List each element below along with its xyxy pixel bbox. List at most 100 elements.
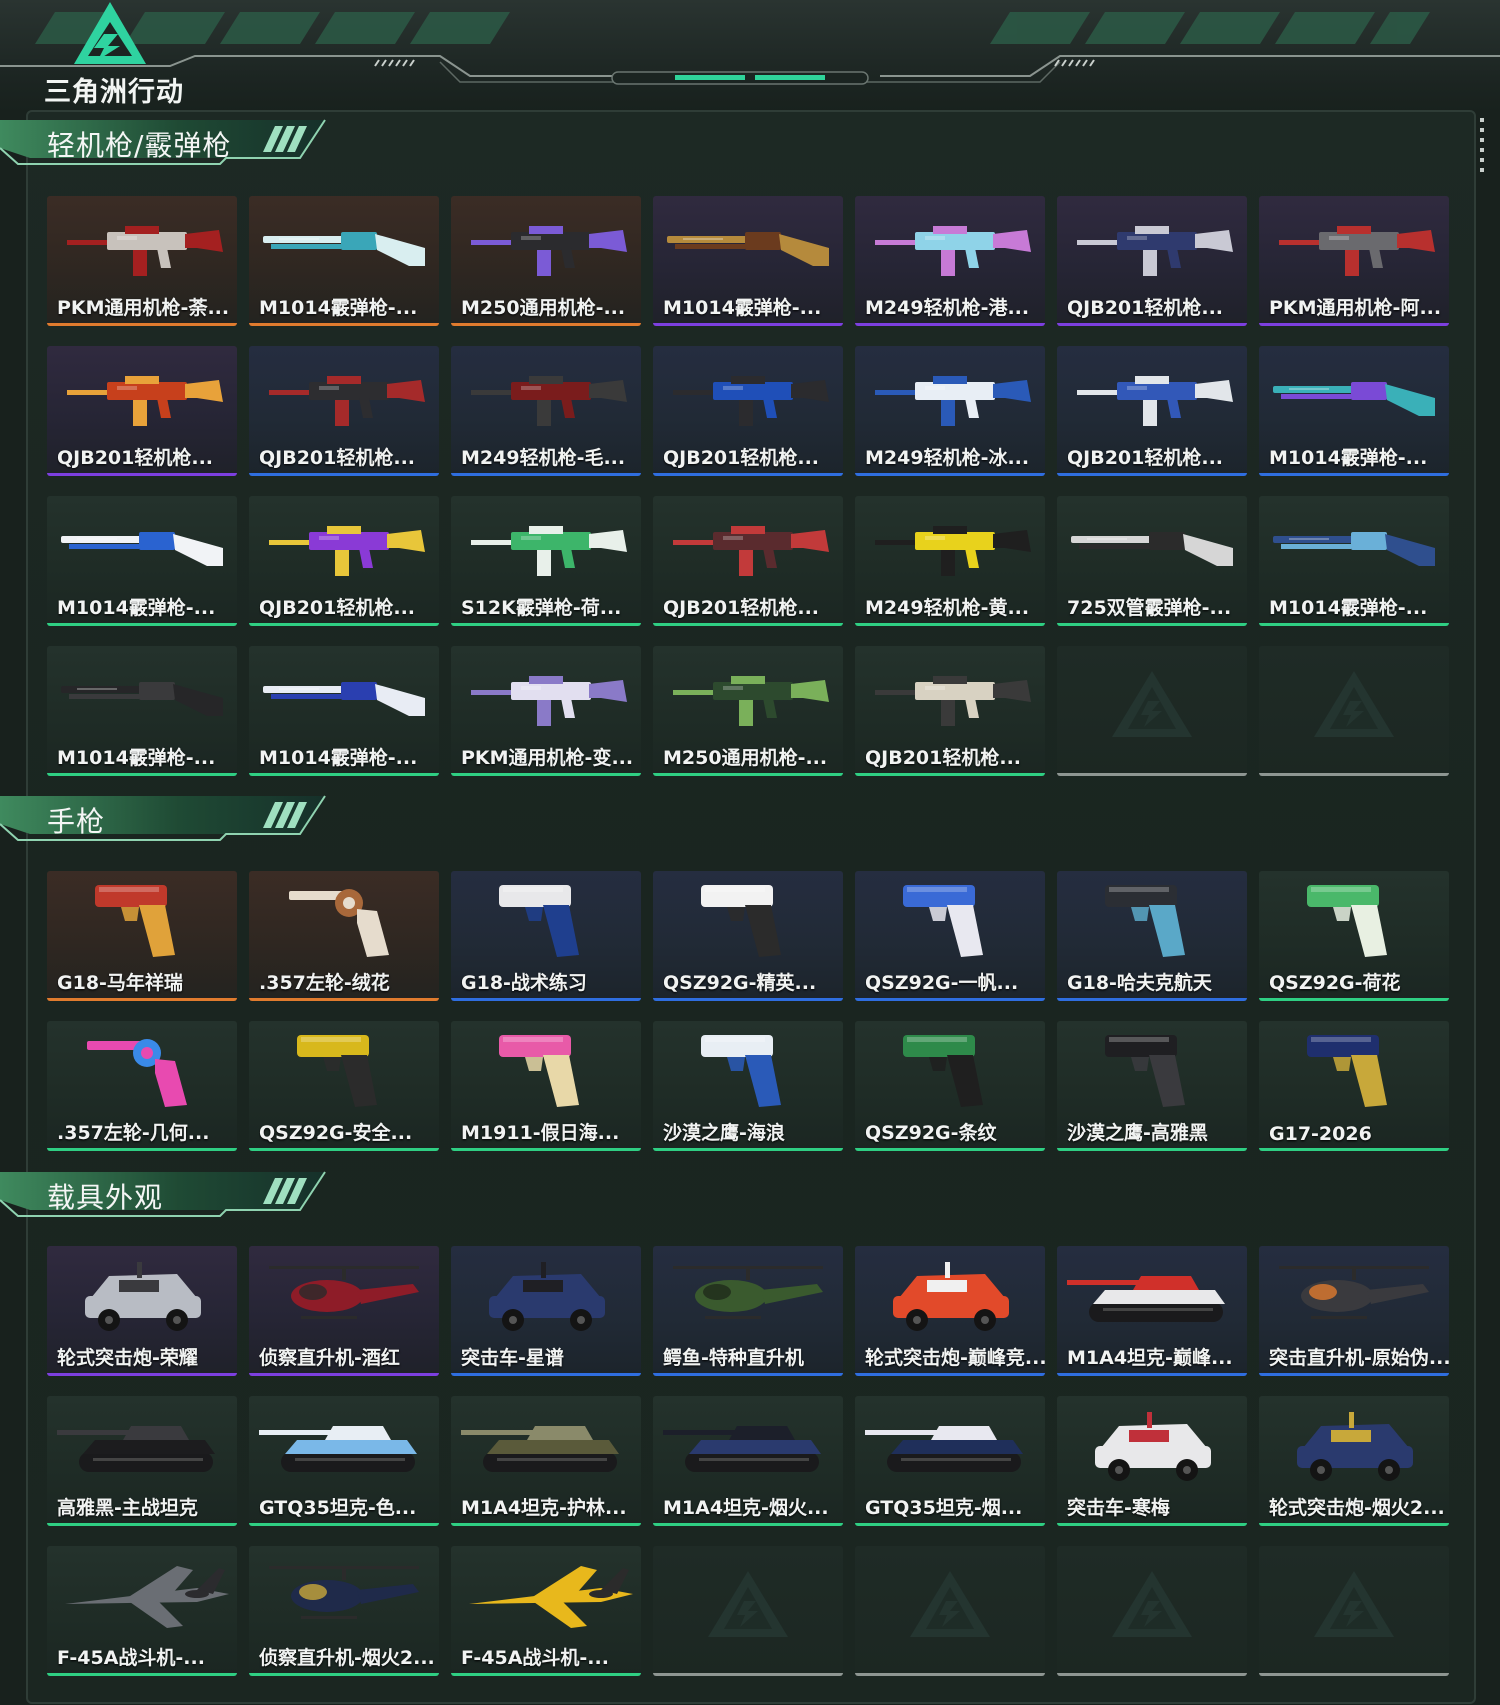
rarity-bar — [249, 773, 439, 776]
item-name: QJB201轻机枪... — [1067, 447, 1224, 469]
rarity-bar — [47, 1673, 237, 1676]
item-card[interactable]: 沙漠之鹰-海浪 — [653, 1021, 843, 1151]
item-card[interactable]: G18-哈夫克航天 — [1057, 871, 1247, 1001]
item-card[interactable]: 侦察直升机-烟火2... — [249, 1546, 439, 1676]
item-card[interactable]: QJB201轻机枪... — [47, 346, 237, 476]
item-card[interactable]: M1014霰弹枪-... — [1259, 496, 1449, 626]
item-thumbnail — [1307, 885, 1387, 957]
item-card[interactable]: PKM通用机枪-变... — [451, 646, 641, 776]
item-name: G18-马年祥瑞 — [57, 972, 183, 994]
item-card[interactable]: QJB201轻机枪... — [249, 346, 439, 476]
item-card[interactable]: M250通用机枪-... — [451, 196, 641, 326]
item-thumbnail — [667, 232, 829, 266]
rarity-bar — [451, 1373, 641, 1376]
item-card[interactable]: QJB201轻机枪... — [249, 496, 439, 626]
item-card[interactable]: 侦察直升机-酒红 — [249, 1246, 439, 1376]
item-name: M1014霰弹枪-... — [57, 747, 216, 769]
item-name: 725双管霰弹枪-... — [1067, 597, 1232, 619]
item-card[interactable]: G18-马年祥瑞 — [47, 871, 237, 1001]
rarity-bar — [653, 1148, 843, 1151]
item-card[interactable]: M249轻机枪-黄... — [855, 496, 1045, 626]
item-name: QSZ92G-精英... — [663, 972, 817, 994]
item-thumbnail — [865, 1426, 1023, 1472]
item-card[interactable]: G18-战术练习 — [451, 871, 641, 1001]
item-card[interactable]: GTQ35坦克-色... — [249, 1396, 439, 1526]
item-thumbnail — [57, 1426, 215, 1472]
item-card[interactable]: F-45A战斗机-... — [451, 1546, 641, 1676]
item-card[interactable]: 轮式突击炮-荣耀 — [47, 1246, 237, 1376]
rarity-bar — [1259, 323, 1449, 326]
item-card[interactable]: M1014霰弹枪-... — [1259, 346, 1449, 476]
rarity-bar — [451, 623, 641, 626]
item-thumbnail — [469, 1566, 633, 1628]
item-thumbnail — [1071, 532, 1233, 566]
item-card[interactable]: M1A4坦克-巅峰... — [1057, 1246, 1247, 1376]
item-card[interactable]: M1014霰弹枪-... — [249, 196, 439, 326]
rarity-bar — [47, 773, 237, 776]
item-card[interactable]: QJB201轻机枪... — [1057, 346, 1247, 476]
item-card[interactable]: M1A4坦克-护林... — [451, 1396, 641, 1526]
empty-slot-logo-icon — [1314, 671, 1394, 737]
item-card[interactable]: F-45A战斗机-... — [47, 1546, 237, 1676]
rarity-bar — [1057, 1373, 1247, 1376]
item-name: M1014霰弹枪-... — [1269, 447, 1428, 469]
item-name: 突击车-寒梅 — [1067, 1497, 1170, 1519]
item-card[interactable]: QSZ92G-荷花 — [1259, 871, 1449, 1001]
item-thumbnail — [297, 1035, 377, 1107]
rarity-bar — [653, 623, 843, 626]
rarity-bar — [249, 1523, 439, 1526]
item-thumbnail — [1297, 1412, 1413, 1481]
item-card[interactable]: 突击车-寒梅 — [1057, 1396, 1247, 1526]
item-card[interactable]: QSZ92G-条纹 — [855, 1021, 1045, 1151]
item-thumbnail — [61, 682, 223, 716]
item-card[interactable]: 轮式突击炮-巅峰竞... — [855, 1246, 1045, 1376]
item-card[interactable]: QJB201轻机枪... — [653, 346, 843, 476]
item-card[interactable]: QJB201轻机枪... — [653, 496, 843, 626]
item-card[interactable]: 高雅黑-主战坦克 — [47, 1396, 237, 1526]
item-thumbnail — [875, 526, 1031, 576]
item-thumbnail — [471, 676, 627, 726]
item-thumbnail — [701, 1035, 781, 1107]
item-card[interactable]: M1014霰弹枪-... — [249, 646, 439, 776]
item-name: QJB201轻机枪... — [57, 447, 214, 469]
game-logo-text: 三角洲行动 — [44, 77, 184, 107]
item-card[interactable]: 725双管霰弹枪-... — [1057, 496, 1247, 626]
item-thumbnail — [61, 532, 223, 566]
item-thumbnail — [269, 1266, 419, 1319]
rarity-bar — [47, 1373, 237, 1376]
item-card[interactable]: M1A4坦克-烟火... — [653, 1396, 843, 1526]
item-card[interactable]: GTQ35坦克-烟... — [855, 1396, 1045, 1526]
item-card[interactable]: M250通用机枪-... — [653, 646, 843, 776]
item-card[interactable]: QJB201轻机枪... — [855, 646, 1045, 776]
item-card[interactable]: M249轻机枪-港... — [855, 196, 1045, 326]
item-name: PKM通用机枪-变... — [461, 747, 634, 769]
item-card[interactable]: S12K霰弹枪-荷... — [451, 496, 641, 626]
rarity-bar — [1057, 473, 1247, 476]
item-card[interactable]: M1014霰弹枪-... — [653, 196, 843, 326]
item-card[interactable]: QJB201轻机枪... — [1057, 196, 1247, 326]
item-thumbnail — [1273, 382, 1435, 416]
item-card[interactable]: .357左轮-绒花 — [249, 871, 439, 1001]
item-name: 突击直升机-原始伪... — [1269, 1347, 1449, 1369]
item-card[interactable]: 鳄鱼-特种直升机 — [653, 1246, 843, 1376]
item-card[interactable]: PKM通用机枪-荼... — [47, 196, 237, 326]
item-card[interactable]: 沙漠之鹰-高雅黑 — [1057, 1021, 1247, 1151]
rarity-bar — [451, 998, 641, 1001]
panel-scroll-indicator[interactable] — [1480, 118, 1484, 178]
item-card[interactable]: .357左轮-几何... — [47, 1021, 237, 1151]
item-card[interactable]: M1014霰弹枪-... — [47, 496, 237, 626]
item-card[interactable]: G17-2026 — [1259, 1021, 1449, 1151]
item-card[interactable]: 突击直升机-原始伪... — [1259, 1246, 1449, 1376]
item-card[interactable]: M1014霰弹枪-... — [47, 646, 237, 776]
item-card[interactable]: QSZ92G-安全... — [249, 1021, 439, 1151]
item-card[interactable]: 轮式突击炮-烟火2... — [1259, 1396, 1449, 1526]
item-card[interactable]: M249轻机枪-毛... — [451, 346, 641, 476]
item-card[interactable]: M249轻机枪-冰... — [855, 346, 1045, 476]
item-card[interactable]: QSZ92G-一帆... — [855, 871, 1045, 1001]
item-card[interactable]: M1911-假日海... — [451, 1021, 641, 1151]
item-card[interactable]: 突击车-星谱 — [451, 1246, 641, 1376]
item-card[interactable]: QSZ92G-精英... — [653, 871, 843, 1001]
item-card[interactable]: PKM通用机枪-阿... — [1259, 196, 1449, 326]
section-header-machineguns-shotguns: 轻机枪/霰弹枪 — [0, 118, 330, 168]
section-header-pistols: 手枪 — [0, 794, 330, 844]
